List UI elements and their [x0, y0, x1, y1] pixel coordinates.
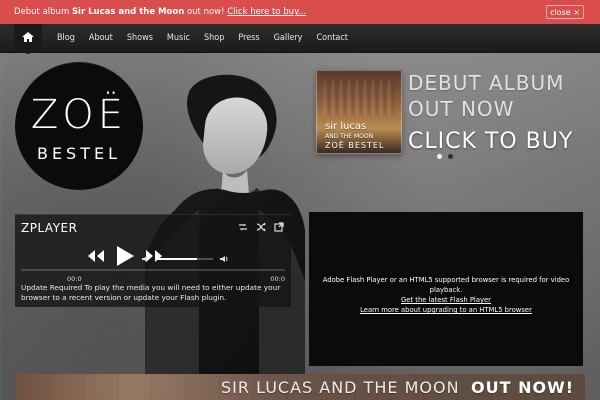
- album-cover-title: sir lucas: [325, 121, 367, 132]
- player-time-left: 00:0: [67, 275, 82, 283]
- banner-album-title: SIR LUCAS AND THE MOON: [221, 378, 460, 397]
- slider-dots: [437, 154, 453, 159]
- volume-max-icon[interactable]: [219, 254, 229, 264]
- player-time-right: 00:0: [270, 275, 285, 283]
- video-player-placeholder: Adobe Flash Player or an HTML5 supported…: [309, 212, 583, 366]
- slider-dot-1[interactable]: [437, 154, 442, 159]
- notice-prefix: Debut album: [14, 7, 72, 17]
- nav-item-about[interactable]: About: [82, 24, 120, 52]
- nav-item-shop[interactable]: Shop: [197, 24, 231, 52]
- nav-item-music[interactable]: Music: [160, 24, 197, 52]
- album-cover-subtitle: AND THE MOON: [325, 133, 374, 140]
- player-progress-bar[interactable]: [21, 269, 285, 271]
- play-icon[interactable]: [115, 245, 135, 267]
- album-cover[interactable]: sir lucas AND THE MOON ZOË BESTEL: [316, 70, 402, 154]
- player-top-controls: [237, 221, 285, 233]
- album-promo: DEBUT ALBUM OUT NOW CLICK TO BUY: [408, 72, 588, 154]
- video-message-line-1: Adobe Flash Player or an HTML5 supported…: [322, 276, 570, 294]
- popout-icon[interactable]: [273, 221, 285, 233]
- notice-suffix: out now!: [184, 7, 228, 17]
- nav-item-press[interactable]: Press: [231, 24, 266, 52]
- promo-click-to-buy[interactable]: CLICK TO BUY: [408, 130, 588, 154]
- notice-album: Sir Lucas and the Moon: [71, 7, 185, 17]
- main-navigation: Blog About Shows Music Shop Press Galler…: [0, 24, 600, 54]
- notice-buy-link[interactable]: Click here to buy...: [227, 7, 306, 17]
- slider-dot-2[interactable]: [448, 154, 453, 159]
- video-message: Adobe Flash Player or an HTML5 supported…: [309, 275, 583, 315]
- close-icon: ×: [573, 8, 580, 17]
- logo-line-2: BESTEL: [36, 144, 122, 163]
- promo-line-1: DEBUT ALBUM: [408, 71, 565, 95]
- notice-close-button[interactable]: close ×: [546, 5, 584, 19]
- album-shelves: [323, 81, 395, 115]
- album-cover-artist: ZOË BESTEL: [325, 141, 385, 150]
- volume-icon[interactable]: [141, 254, 151, 264]
- volume-slider-fill: [157, 258, 198, 260]
- flash-download-link[interactable]: Get the latest Flash Player: [401, 296, 491, 304]
- nav-item-contact[interactable]: Contact: [309, 24, 355, 52]
- player-title: ZPLAYER: [21, 221, 78, 235]
- home-icon: [22, 32, 34, 42]
- volume-slider[interactable]: [157, 258, 213, 260]
- volume-control: [141, 254, 229, 264]
- bottom-album-banner[interactable]: SIR LUCAS AND THE MOON OUT NOW!: [15, 374, 585, 400]
- nav-item-gallery[interactable]: Gallery: [267, 24, 310, 52]
- site-logo[interactable]: ZOË BESTEL: [15, 62, 143, 190]
- logo-line-1: ZOË: [30, 92, 128, 138]
- zplayer: ZPLAYER 00:0 00:0 Update Required To pla…: [15, 214, 291, 307]
- top-notice-bar: Debut album Sir Lucas and the Moon out n…: [0, 0, 600, 24]
- shuffle-icon[interactable]: [255, 221, 267, 233]
- player-update-message: Update Required To play the media you wi…: [21, 283, 281, 302]
- nav-items: Blog About Shows Music Shop Press Galler…: [50, 24, 355, 52]
- notice-close-label: close: [550, 8, 571, 17]
- previous-track-icon[interactable]: [87, 249, 105, 263]
- home-button[interactable]: [14, 24, 42, 54]
- nav-item-blog[interactable]: Blog: [50, 24, 82, 52]
- banner-out-now: OUT NOW!: [471, 378, 575, 397]
- nav-item-shows[interactable]: Shows: [120, 24, 160, 52]
- html5-upgrade-link[interactable]: Learn more about upgrading to an HTML5 b…: [360, 306, 532, 314]
- notice-text: Debut album Sir Lucas and the Moon out n…: [14, 0, 306, 24]
- repeat-icon[interactable]: [237, 221, 249, 233]
- promo-line-2: OUT NOW: [408, 97, 515, 121]
